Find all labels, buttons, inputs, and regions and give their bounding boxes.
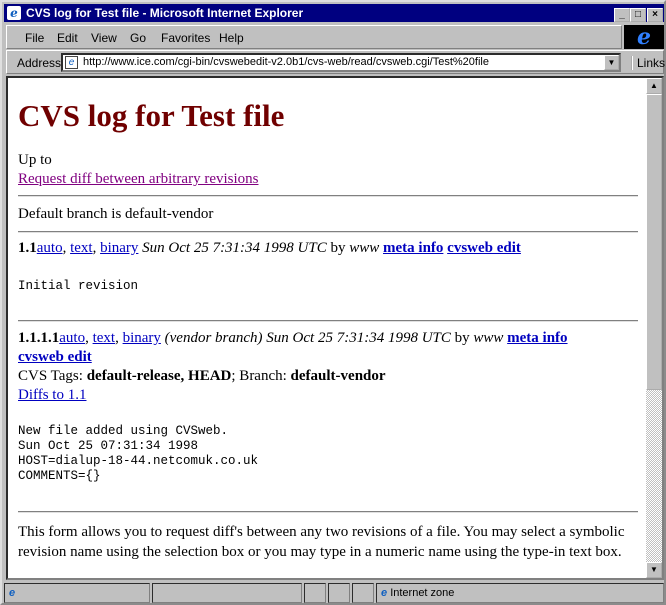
page-icon: e [65, 56, 78, 69]
status-panel [152, 583, 302, 603]
menu-help[interactable]: Help [219, 31, 244, 45]
ie-logo-icon: e [624, 25, 664, 49]
status-panel [304, 583, 326, 603]
text-link[interactable]: text [70, 240, 93, 256]
divider [18, 511, 638, 513]
binary-link[interactable]: binary [123, 330, 161, 346]
status-panel [352, 583, 374, 603]
menu-view[interactable]: View [91, 31, 117, 45]
form-field-edge [410, 578, 526, 580]
status-main: e [4, 583, 150, 603]
links-button[interactable]: Links [631, 56, 665, 70]
branch-value: default-vendor [290, 368, 386, 384]
menu-go[interactable]: Go [130, 31, 146, 45]
scroll-down-button[interactable]: ▼ [646, 562, 662, 578]
revision-date: (vendor branch) Sun Oct 25 7:31:34 1998 … [164, 330, 451, 346]
ie-page-icon: e [9, 587, 16, 599]
divider [18, 231, 638, 233]
form-field-edge [106, 578, 222, 580]
menu-favorites[interactable]: Favorites [161, 31, 210, 45]
diffs-link[interactable]: Diffs to 1.1 [18, 387, 86, 403]
form-field-edge [226, 578, 378, 580]
browser-window: e CVS log for Test file - Microsoft Inte… [0, 0, 666, 605]
divider [18, 195, 638, 197]
revision-1-header: 1.1auto, text, binary Sun Oct 25 7:31:34… [18, 240, 521, 256]
address-bar: Address e http://www.ice.com/cgi-bin/cvs… [6, 50, 665, 74]
menu-edit[interactable]: Edit [57, 31, 78, 45]
scroll-thumb[interactable] [646, 94, 662, 390]
zone-text: Internet zone [390, 587, 455, 599]
revision-date: Sun Oct 25 7:31:34 1998 UTC [142, 240, 327, 256]
zone-panel: e Internet zone [376, 583, 664, 603]
tags-value: default-release, HEAD [86, 368, 232, 384]
address-input[interactable]: e http://www.ice.com/cgi-bin/cvswebedit-… [61, 53, 621, 72]
revision-2-header: 1.1.1.1auto, text, binary (vendor branch… [18, 330, 568, 346]
cvsweb-edit-link[interactable]: cvsweb edit [18, 349, 92, 365]
window-title: CVS log for Test file - Microsoft Intern… [26, 6, 304, 20]
default-branch-text: Default branch is default-vendor [18, 206, 214, 222]
vertical-scrollbar[interactable]: ▲ ▼ [646, 78, 662, 578]
maximize-button[interactable]: □ [630, 8, 646, 22]
address-label: Address [17, 56, 62, 70]
auto-link[interactable]: auto [37, 240, 63, 256]
address-url: http://www.ice.com/cgi-bin/cvswebedit-v2… [83, 56, 489, 68]
request-diff-link[interactable]: Request diff between arbitrary revisions [18, 171, 258, 187]
internet-zone-icon: e [381, 587, 388, 599]
status-bar: e e Internet zone [4, 583, 664, 603]
revision-number: 1.1 [18, 240, 37, 256]
page-title: CVS log for Test file [18, 98, 285, 133]
divider [18, 320, 638, 322]
meta-info-link[interactable]: meta info [507, 330, 567, 346]
auto-link[interactable]: auto [59, 330, 85, 346]
branch-label: ; Branch: [231, 368, 287, 384]
up-to-text: Up to [18, 152, 52, 168]
revision-number: 1.1.1.1 [18, 330, 60, 346]
status-panel [328, 583, 350, 603]
form-description-line-2: revision name using the selection box or… [18, 544, 622, 560]
tags-label: CVS Tags: [18, 368, 83, 384]
cvsweb-edit-link[interactable]: cvsweb edit [447, 240, 521, 256]
text-link[interactable]: text [93, 330, 116, 346]
minimize-button[interactable]: _ [614, 8, 630, 22]
menu-file[interactable]: File [25, 31, 44, 45]
binary-link[interactable]: binary [100, 240, 138, 256]
by-text: by [330, 240, 346, 256]
form-description-line-1: This form allows you to request diff's b… [18, 524, 625, 540]
title-bar: e CVS log for Test file - Microsoft Inte… [4, 4, 664, 22]
meta-info-link[interactable]: meta info [383, 240, 443, 256]
author: www [473, 330, 504, 346]
close-button[interactable]: × [647, 8, 663, 22]
revision-1-log: Initial revision [18, 279, 139, 293]
menu-bar: File Edit View Go Favorites Help [6, 25, 622, 49]
author: www [349, 240, 380, 256]
scroll-up-button[interactable]: ▲ [646, 78, 662, 94]
by-text: by [454, 330, 470, 346]
cvs-tags: CVS Tags: default-release, HEAD; Branch:… [18, 368, 386, 385]
ie-icon: e [7, 6, 21, 20]
page-content: CVS log for Test file Up to Request diff… [6, 76, 664, 580]
address-dropdown-button[interactable]: ▼ [604, 55, 619, 70]
revision-2-log: New file added using CVSweb. Sun Oct 25 … [18, 424, 259, 483]
